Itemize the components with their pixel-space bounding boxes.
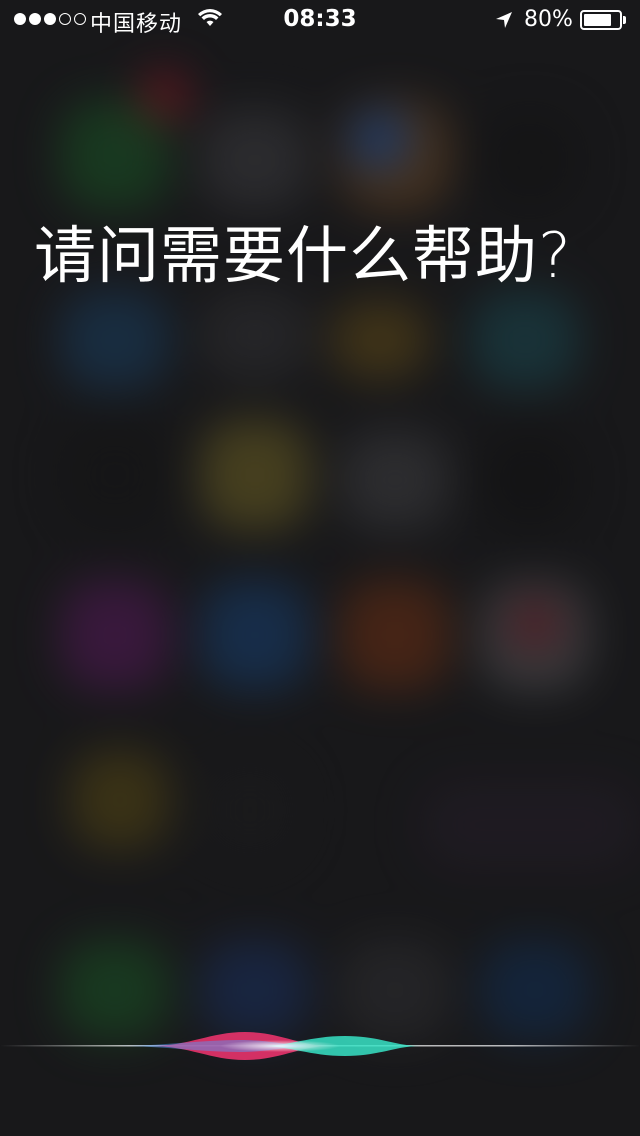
siri-waveform[interactable] xyxy=(0,1010,640,1080)
battery-level-fill xyxy=(584,14,611,26)
location-arrow-icon xyxy=(494,10,514,36)
siri-screen: 中国移动 08:33 80% 请问需要什么帮助? xyxy=(0,0,640,1136)
siri-prompt-text: 请问需要什么帮助? xyxy=(34,219,572,292)
battery-percentage: 80% xyxy=(524,7,573,32)
waveform-white-core xyxy=(220,1040,340,1052)
battery-terminal xyxy=(623,16,626,24)
background-dim-overlay xyxy=(0,0,640,1136)
status-bar: 中国移动 08:33 80% xyxy=(0,0,640,40)
battery-icon xyxy=(580,10,622,30)
